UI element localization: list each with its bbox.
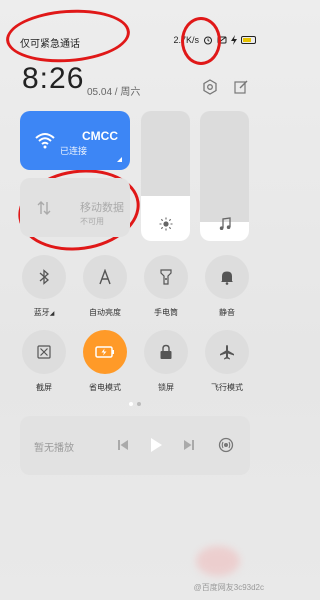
carrier-status: 仅可紧急通话 (20, 39, 80, 50)
toggle-label: 截屏 (36, 383, 52, 392)
auto-brightness-icon (99, 269, 111, 285)
no-sim-icon (217, 36, 227, 44)
toggle-label: 静音 (219, 308, 235, 317)
battery-saver-button[interactable] (83, 330, 127, 374)
clock-time: 8:26 (22, 62, 85, 95)
audio-output-button[interactable] (215, 434, 237, 456)
music-note-icon (219, 217, 231, 230)
lock-screen-button[interactable] (144, 330, 188, 374)
toggle-label: 飞行模式 (211, 383, 243, 392)
previous-track-button[interactable] (112, 434, 134, 456)
page-dot (137, 402, 141, 406)
alarm-icon (204, 36, 212, 45)
mobile-data-status: 不可用 (80, 217, 104, 226)
net-speed: 2.7K/s (173, 35, 199, 45)
bluetooth-icon (39, 269, 49, 285)
audio-output-icon (218, 437, 234, 453)
toggle-airplane[interactable]: 飞行模式 (203, 330, 251, 393)
charging-icon (231, 35, 237, 45)
page-indicator (129, 402, 141, 406)
toggle-label: 手电筒 (154, 308, 178, 317)
battery-icon (241, 36, 256, 44)
toggle-battery-saver[interactable]: 省电模式 (81, 330, 129, 393)
watermark: @百度网友3c93d2c (193, 583, 264, 592)
toggle-screenshot[interactable]: 截屏 (20, 330, 68, 393)
clock-date: 05.04 / 周六 (87, 87, 141, 98)
wifi-expand-corner-icon (117, 157, 122, 162)
volume-slider[interactable] (200, 111, 249, 241)
silent-button[interactable] (205, 255, 249, 299)
toggle-label: 锁屏 (158, 383, 174, 392)
previous-icon (118, 440, 128, 450)
screenshot-icon (37, 345, 51, 359)
toggle-label: 省电模式 (89, 383, 121, 392)
screenshot-button[interactable] (22, 330, 66, 374)
edit-icon[interactable] (234, 80, 248, 94)
wifi-icon (35, 133, 55, 149)
toggle-lock-screen[interactable]: 锁屏 (142, 330, 190, 393)
status-icons: 2.7K/s (173, 33, 256, 47)
expand-triangle-icon: ◢ (49, 311, 55, 317)
auto-brightness-button[interactable] (83, 255, 127, 299)
toggle-silent[interactable]: 静音 (203, 255, 251, 318)
toggle-bluetooth[interactable]: 蓝牙◢ (20, 255, 68, 318)
toggle-auto-brightness[interactable]: 自动亮度 (81, 255, 129, 318)
next-track-button[interactable] (178, 434, 200, 456)
airplane-icon (220, 345, 234, 360)
toggle-flashlight[interactable]: 手电筒 (142, 255, 190, 318)
media-player-card[interactable]: 暂无播放 (20, 416, 250, 475)
status-bar: 仅可紧急通话 2.7K/s (0, 0, 270, 56)
toggle-label: 自动亮度 (89, 308, 121, 317)
battery-saver-icon (95, 346, 114, 358)
wifi-tile[interactable]: CMCC 已连接 (20, 111, 130, 170)
wifi-network-name: CMCC (82, 129, 118, 143)
brightness-slider[interactable] (141, 111, 190, 241)
play-button[interactable] (145, 434, 167, 456)
mobile-data-icon (37, 201, 51, 215)
sun-icon (159, 217, 172, 231)
bluetooth-button[interactable] (22, 255, 66, 299)
next-icon (184, 440, 194, 450)
play-icon (151, 438, 162, 452)
lock-icon (160, 344, 172, 359)
flashlight-icon (160, 269, 172, 285)
airplane-button[interactable] (205, 330, 249, 374)
bell-icon (221, 271, 233, 285)
flashlight-button[interactable] (144, 255, 188, 299)
mobile-data-tile[interactable]: 移动数据 不可用 (20, 178, 130, 237)
settings-hex-icon[interactable] (202, 79, 218, 95)
page-dot-active (129, 402, 133, 406)
mobile-data-label: 移动数据 (80, 202, 124, 214)
wifi-status: 已连接 (60, 146, 88, 156)
toggle-label: 蓝牙◢ (33, 308, 55, 317)
background-blob (196, 546, 240, 576)
media-status-label: 暂无播放 (34, 443, 74, 454)
